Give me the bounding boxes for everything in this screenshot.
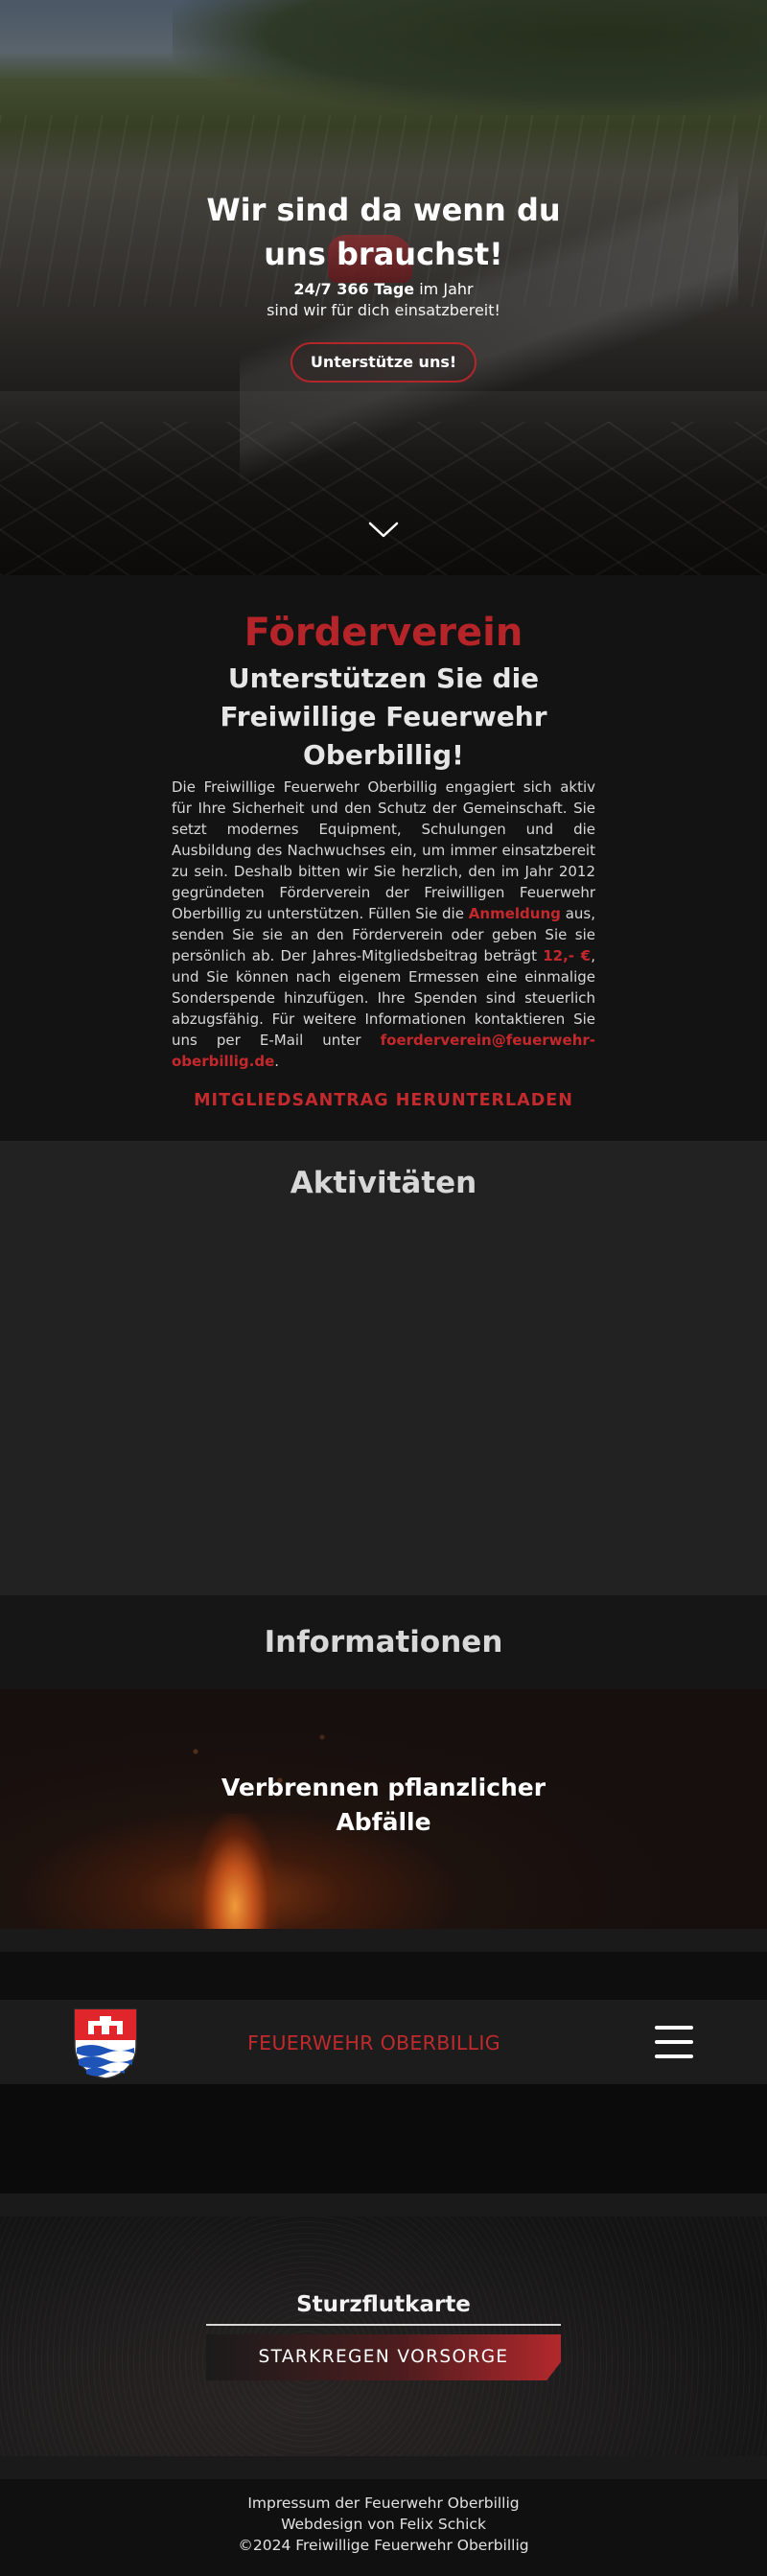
hero-headline: Wir sind da wenn du uns brauchst! [0,188,767,276]
footer: Impressum der Feuerwehr Oberbillig Webde… [0,2479,767,2576]
sturzflut-title: Sturzflutkarte [296,2292,471,2317]
section-divider [0,1929,767,1952]
chevron-down-icon[interactable] [367,521,400,540]
hamburger-line [655,2040,693,2044]
hero-headline-line1: Wir sind da wenn du [206,192,561,228]
foerderverein-title-line1: Unterstützen Sie die [227,662,540,694]
starkregen-vorsorge-button[interactable]: STARKREGEN VORSORGE [206,2334,561,2380]
section-spacer [0,2084,767,2193]
info-card-title-line2: Abfälle [336,1808,431,1836]
download-application-link[interactable]: MITGLIEDSANTRAG HERUNTERLADEN [194,1091,573,1110]
foerderverein-title-line3: Oberbillig! [303,739,464,771]
site-brand[interactable]: FEUERWEHR OBERBILLIG [230,2031,518,2055]
navigation-bar: FEUERWEHR OBERBILLIG [0,2000,767,2084]
hero-headline-line2: uns brauchst! [264,236,503,272]
foerderverein-kicker: Förderverein [244,611,523,655]
foerderverein-text-part4: . [274,1053,280,1070]
foerderverein-title-line2: Freiwillige Feuerwehr [220,701,547,732]
foerderverein-text: Die Freiwillige Feuerwehr Oberbillig eng… [172,777,595,1072]
membership-fee: 12,- € [543,947,592,964]
aktivitaeten-title: Aktivitäten [290,1166,477,1200]
informationen-title: Informationen [264,1625,503,1659]
sturzflut-section: Sturzflutkarte STARKREGEN VORSORGE [0,2216,767,2456]
footer-links: Impressum der Feuerwehr Oberbillig Webde… [0,2479,767,2556]
info-card-title: Verbrennen pflanzlicher Abfälle [192,1771,575,1840]
hero-content: Wir sind da wenn du uns brauchst! 24/7 3… [0,188,767,383]
info-card-burning-waste[interactable]: Verbrennen pflanzlicher Abfälle [0,1689,767,1929]
foerderverein-title: Unterstützen Sie die Freiwillige Feuerwe… [0,660,767,775]
aktivitaeten-section: Aktivitäten [0,1141,767,1595]
hamburger-menu-icon[interactable] [655,2026,695,2058]
coat-of-arms-icon[interactable] [73,2007,138,2080]
support-us-button[interactable]: Unterstütze uns! [291,342,476,383]
hero-tagline: sind wir für dich einsatzbereit! [267,301,500,319]
informationen-section: Informationen [0,1595,767,1689]
section-spacer [0,1952,767,2000]
section-divider [0,2456,767,2479]
hero-availability: 24/7 366 Tage im Jahr [0,279,767,300]
hero-availability-rest: im Jahr [414,280,474,298]
foerderverein-text-part1: Die Freiwillige Feuerwehr Oberbillig eng… [172,778,595,922]
impressum-link[interactable]: Impressum der Feuerwehr Oberbillig [0,2493,767,2514]
foerderverein-section: Förderverein Unterstützen Sie die Freiwi… [0,575,767,1141]
hamburger-line [655,2054,693,2058]
webdesign-credit[interactable]: Webdesign von Felix Schick [0,2514,767,2535]
hamburger-line [655,2026,693,2030]
section-divider [0,2193,767,2216]
copyright-text: ©2024 Freiwillige Feuerwehr Oberbillig [238,2537,529,2554]
hero-section: Wir sind da wenn du uns brauchst! 24/7 3… [0,0,767,575]
hero-availability-bold: 24/7 366 Tage [293,280,415,298]
sturzflut-divider [206,2324,561,2326]
anmeldung-link[interactable]: Anmeldung [469,905,561,922]
info-card-title-line1: Verbrennen pflanzlicher [221,1774,546,1801]
